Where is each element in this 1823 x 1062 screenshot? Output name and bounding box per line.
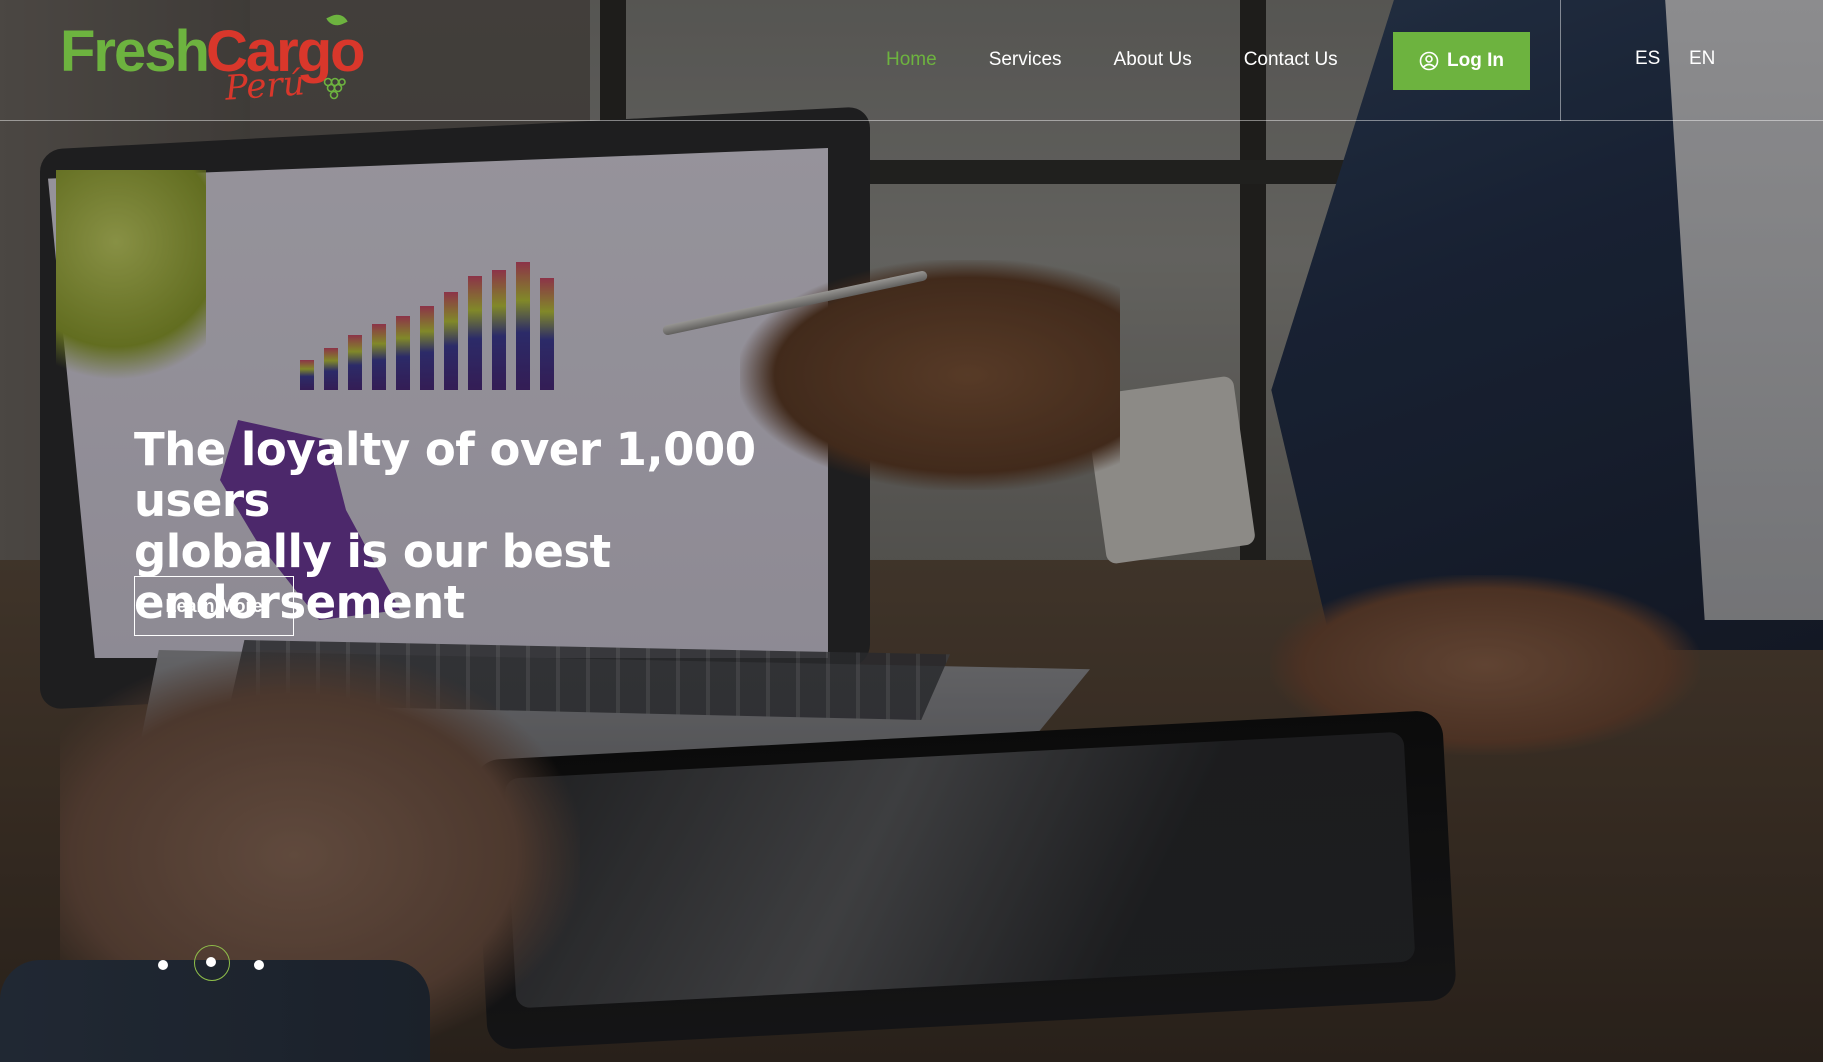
- slider-dot-1[interactable]: [158, 960, 168, 970]
- nav-services-link[interactable]: Services: [963, 49, 1088, 71]
- site-header: Fresh Cargo Perú Home Services About Us …: [0, 0, 1823, 121]
- main-navigation: Home Services About Us Contact Us: [860, 38, 1364, 82]
- slider-dot-3[interactable]: [254, 960, 264, 970]
- slider-pagination: [150, 945, 280, 985]
- logo-text-peru: Perú: [223, 63, 306, 109]
- grape-icon: [323, 77, 346, 100]
- nav-contact-link[interactable]: Contact Us: [1218, 49, 1364, 71]
- login-label: Log In: [1447, 50, 1504, 71]
- language-es-link[interactable]: ES: [1635, 48, 1660, 70]
- slider-dot-2: [206, 957, 216, 967]
- logo-text-fresh: Fresh: [60, 19, 210, 84]
- header-divider: [1560, 0, 1561, 121]
- hero-title-line-1: The loyalty of over 1,000 users: [134, 423, 756, 527]
- login-button[interactable]: Log In: [1393, 32, 1530, 90]
- freshcargo-logo[interactable]: Fresh Cargo Perú: [60, 10, 366, 110]
- user-circle-icon: [1419, 51, 1439, 71]
- language-en-link[interactable]: EN: [1689, 48, 1715, 70]
- learn-more-button[interactable]: Learn More: [134, 576, 294, 636]
- nav-home-link[interactable]: Home: [860, 49, 963, 71]
- nav-about-link[interactable]: About Us: [1088, 49, 1218, 71]
- slider-dot-2-active[interactable]: [194, 945, 230, 981]
